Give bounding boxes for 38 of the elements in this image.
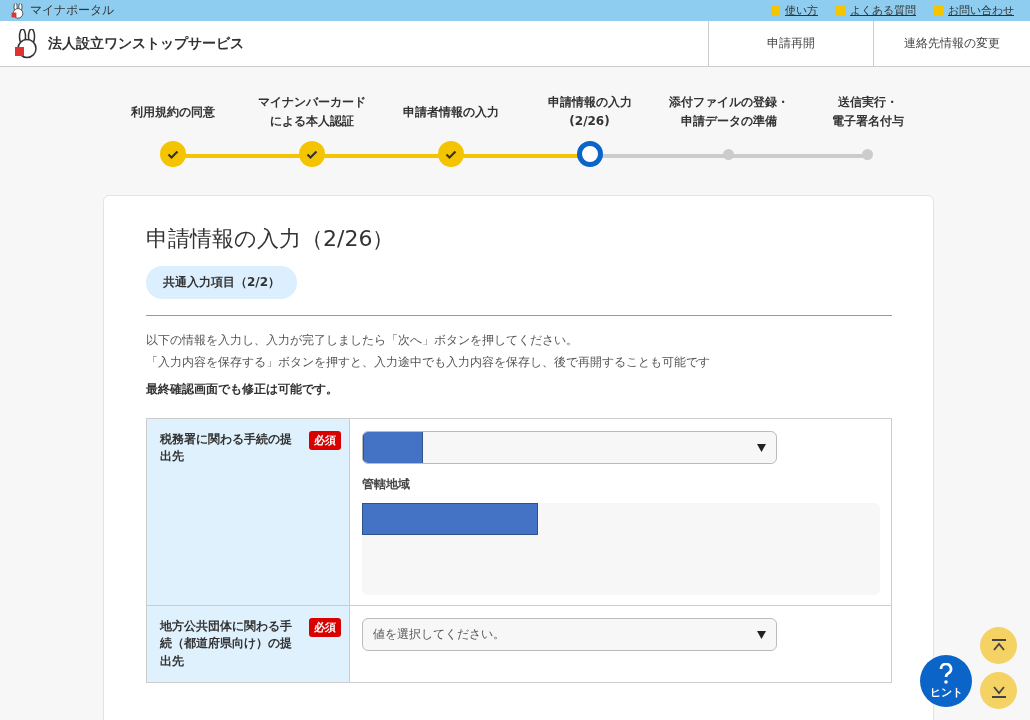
- select-field[interactable]: [362, 431, 777, 464]
- help-link[interactable]: お問い合わせ: [934, 3, 1014, 18]
- step-label: 送信実行・: [837, 94, 898, 112]
- required-badge: 必須: [309, 431, 341, 450]
- instruction-text: 以下の情報を入力し、入力が完了しましたら「次へ」ボタンを押してください。: [146, 332, 579, 349]
- step-label: 申請者情報の入力: [402, 103, 499, 121]
- help-link[interactable]: よくある質問: [836, 3, 916, 18]
- scroll-top-icon: [990, 638, 1007, 653]
- help-link[interactable]: 使い方: [771, 3, 818, 18]
- field-label: 地方公共団体に関わる手続（都道府県向け）の提出先: [160, 618, 293, 670]
- step-label: による本人認証: [269, 113, 354, 130]
- mascot-icon: [10, 2, 26, 19]
- step-label: マイナンバーカード: [257, 94, 366, 112]
- question-mark-icon: [938, 662, 954, 685]
- page-title: 申請情報の入力（2/26）: [146, 225, 396, 253]
- redaction-block: [363, 432, 423, 463]
- dropdown-caret-icon: [757, 443, 766, 452]
- step-label: 電子署名付与: [831, 113, 904, 130]
- scroll-top-button[interactable]: [980, 627, 1017, 664]
- header-nav-link[interactable]: 連絡先情報の変更: [873, 21, 1030, 66]
- step-label: 添付ファイルの登録・: [668, 94, 789, 112]
- sub-label: 管轄地域: [362, 476, 411, 493]
- step-label: (2/26): [569, 113, 610, 130]
- instruction-text: 「入力内容を保存する」ボタンを押すと、入力途中でも入力内容を保存し、後で再開することも可能です: [146, 354, 711, 371]
- select-field[interactable]: 値を選択してください。: [362, 618, 777, 651]
- step-label: 利用規約の同意: [130, 103, 215, 121]
- field-label: 税務署に関わる手続の提出先: [160, 431, 293, 466]
- step-label: 申請データの準備: [680, 113, 777, 130]
- portal-name: マイナポータル: [30, 2, 114, 19]
- scroll-bottom-button[interactable]: [980, 672, 1017, 709]
- note-text: 最終確認画面でも修正は可能です。: [146, 381, 339, 398]
- site-title: 法人設立ワンストップサービス: [48, 34, 244, 53]
- section-tag: 共通入力項目（2/2）: [146, 266, 298, 299]
- header-nav-link[interactable]: 申請再開: [708, 21, 873, 66]
- step-label: 申請情報の入力: [547, 94, 632, 112]
- hint-button[interactable]: ヒント: [920, 655, 972, 707]
- required-badge: 必須: [309, 618, 341, 637]
- dropdown-caret-icon: [757, 630, 766, 639]
